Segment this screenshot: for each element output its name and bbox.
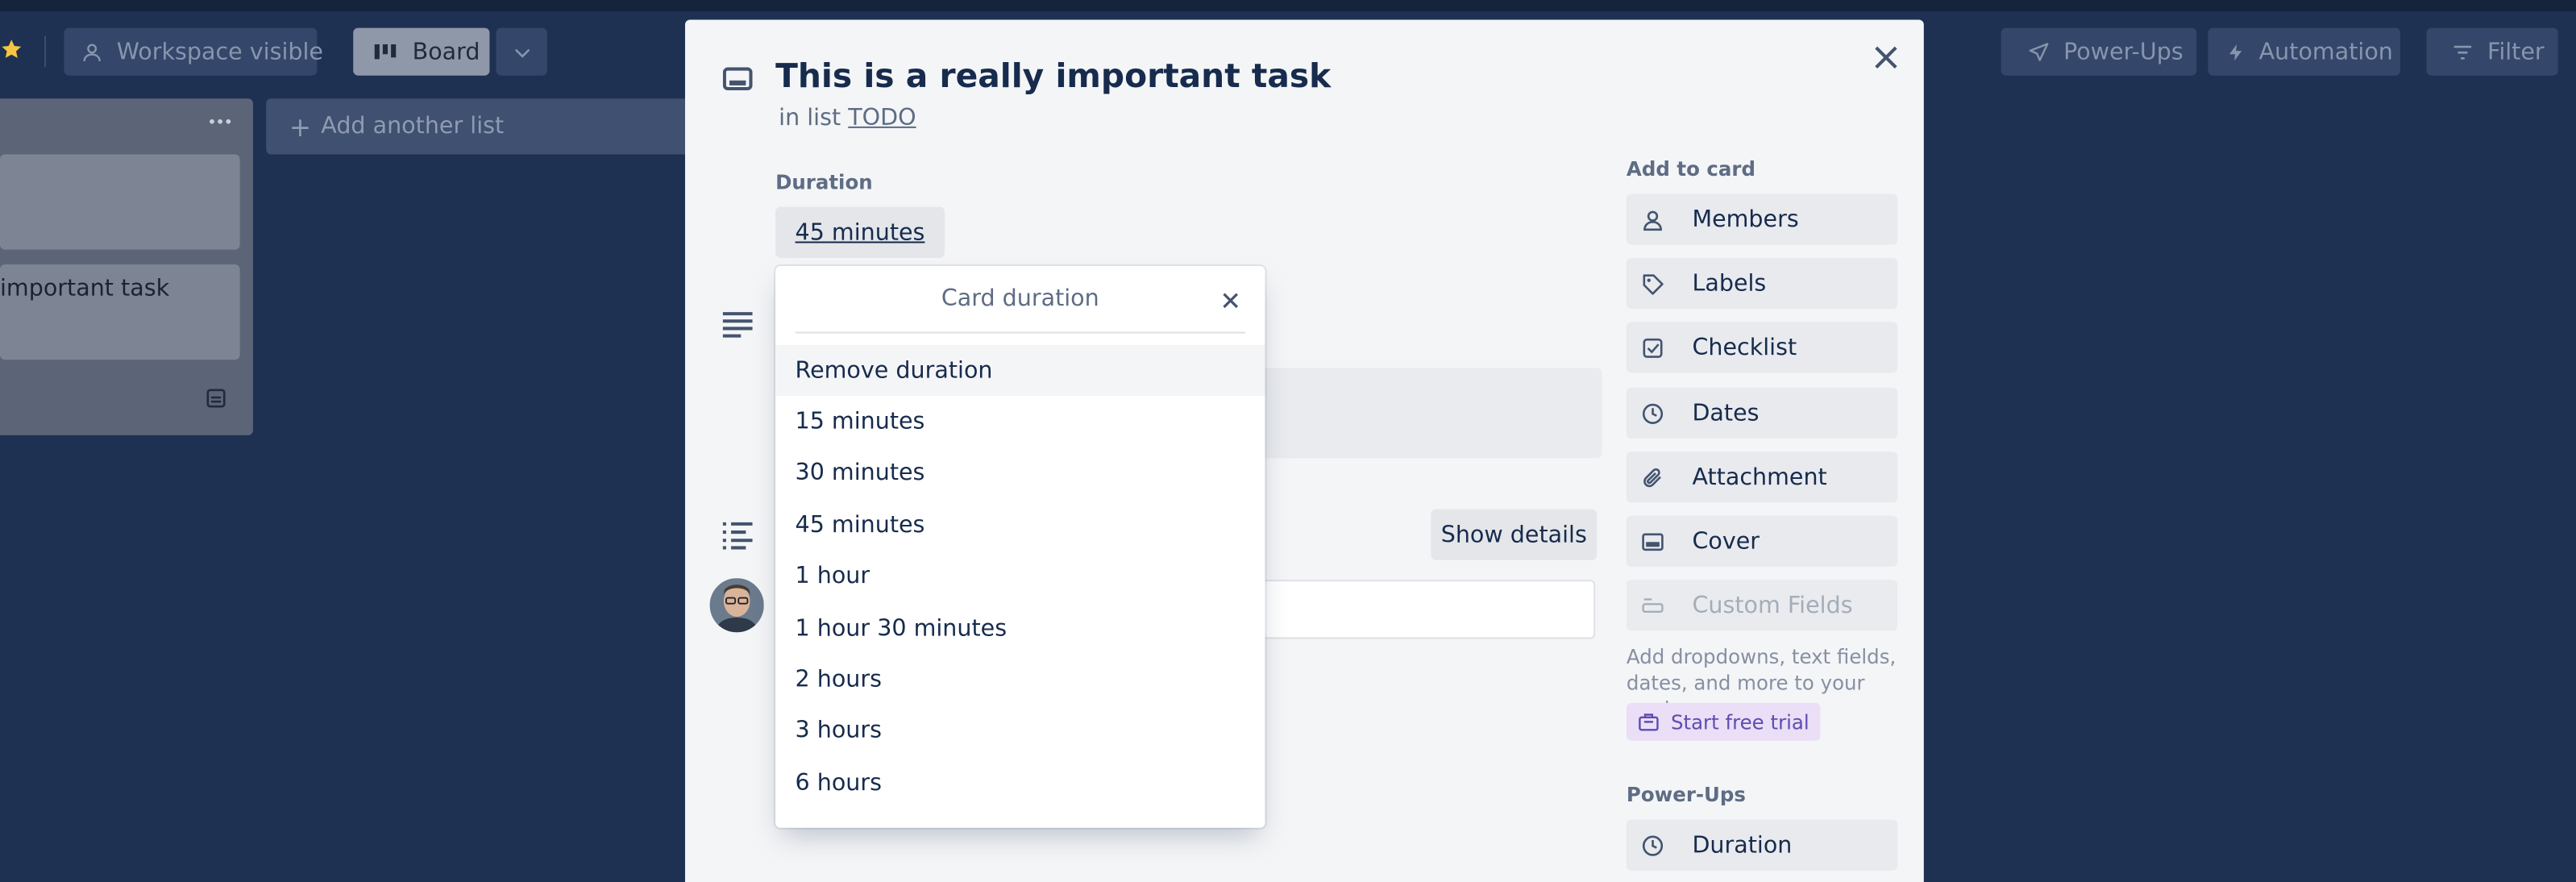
star-icon[interactable] xyxy=(0,38,23,61)
members-button[interactable]: Members xyxy=(1626,193,1898,245)
power-ups-heading: Power-Ups xyxy=(1626,783,1746,807)
board-card-title: important task xyxy=(0,276,170,302)
workspace-visible-button[interactable]: Workspace visible xyxy=(64,27,323,76)
automation-label: Automation xyxy=(2258,38,2393,65)
board-card[interactable] xyxy=(0,154,240,250)
checklist-label: Checklist xyxy=(1692,334,1797,361)
screen: Workspace visible Board Power-Ups Automa… xyxy=(0,0,2576,882)
people-icon xyxy=(81,40,104,64)
members-label: Members xyxy=(1692,206,1799,233)
custom-fields-label: Custom Fields xyxy=(1692,592,1853,619)
checklist-button[interactable]: Checklist xyxy=(1626,322,1898,373)
duration-option[interactable]: 1 hour xyxy=(775,550,1265,601)
card-title[interactable]: This is a really important task xyxy=(775,56,1331,95)
attachment-label: Attachment xyxy=(1692,464,1827,491)
start-free-trial-label: Start free trial xyxy=(1670,710,1809,734)
chevron-down-icon xyxy=(510,40,534,64)
attachment-button[interactable]: Attachment xyxy=(1626,451,1898,503)
automation-button[interactable]: Automation xyxy=(2208,27,2400,76)
duration-option[interactable]: 6 hours xyxy=(775,757,1265,808)
filter-label: Filter xyxy=(2487,38,2545,65)
filter-button[interactable]: Filter xyxy=(2426,27,2558,76)
person-icon xyxy=(1641,208,1664,231)
duration-option[interactable]: 2 hours xyxy=(775,654,1265,705)
lightning-icon xyxy=(2226,40,2246,64)
filter-icon xyxy=(2451,40,2474,64)
checkbox-icon xyxy=(1641,336,1664,360)
popover-title: Card duration xyxy=(941,285,1099,313)
custom-fields-icon xyxy=(1641,593,1664,617)
duration-option[interactable]: 1 hour 30 minutes xyxy=(775,603,1265,654)
duration-value-button[interactable]: 45 minutes xyxy=(775,206,945,258)
board-view-button[interactable]: Board xyxy=(353,27,490,76)
card-duration-popover: Card duration Remove duration 15 minutes… xyxy=(775,266,1265,828)
card-template-icon xyxy=(206,388,226,409)
board-view-label: Board xyxy=(412,38,480,65)
add-list-label: Add another list xyxy=(321,113,505,140)
activity-icon xyxy=(721,521,754,551)
description-icon xyxy=(721,309,754,339)
duration-heading: Duration xyxy=(775,170,873,194)
labels-button[interactable]: Labels xyxy=(1626,257,1898,309)
close-icon[interactable] xyxy=(1872,43,1901,73)
view-switcher-button[interactable] xyxy=(496,27,547,76)
cover-button[interactable]: Cover xyxy=(1626,515,1898,567)
duration-option[interactable]: 30 minutes xyxy=(775,447,1265,497)
comment-input[interactable] xyxy=(1260,580,1596,639)
start-free-trial-button[interactable]: Start free trial xyxy=(1626,702,1821,741)
custom-fields-button[interactable]: Custom Fields xyxy=(1626,580,1898,631)
popover-divider xyxy=(795,331,1246,334)
in-list-prefix: in list xyxy=(779,105,841,131)
briefcase-icon xyxy=(1638,711,1659,732)
add-another-list-button[interactable]: + Add another list xyxy=(266,98,694,155)
power-ups-button[interactable]: Power-Ups xyxy=(2001,27,2197,76)
card-icon xyxy=(722,65,753,92)
paperclip-icon xyxy=(1641,466,1664,489)
add-to-card-heading: Add to card xyxy=(1626,157,1755,181)
duration-powerup-button[interactable]: Duration xyxy=(1626,819,1898,871)
workspace-visible-label: Workspace visible xyxy=(116,38,324,65)
board-icon xyxy=(373,40,400,64)
list-link[interactable]: TODO xyxy=(848,105,916,131)
duration-option[interactable]: 3 hours xyxy=(775,705,1265,755)
cover-icon xyxy=(1641,530,1664,553)
top-strip xyxy=(0,0,2576,12)
power-ups-label: Power-Ups xyxy=(2063,38,2183,65)
clock-icon xyxy=(1641,834,1664,857)
duration-option[interactable]: 45 minutes xyxy=(775,499,1265,550)
close-icon[interactable] xyxy=(1219,289,1242,313)
list-column xyxy=(0,98,253,435)
dates-label: Dates xyxy=(1692,400,1760,426)
dates-button[interactable]: Dates xyxy=(1626,387,1898,439)
labels-label: Labels xyxy=(1692,270,1767,297)
user-avatar[interactable] xyxy=(709,578,764,633)
cover-label: Cover xyxy=(1692,527,1760,555)
card-list-location: in list TODO xyxy=(779,105,916,131)
header-divider xyxy=(44,35,47,68)
duration-powerup-label: Duration xyxy=(1692,831,1793,859)
show-details-button[interactable]: Show details xyxy=(1431,509,1598,560)
list-menu-icon[interactable] xyxy=(207,110,234,133)
clock-icon xyxy=(1641,401,1664,425)
duration-option[interactable]: 15 minutes xyxy=(775,396,1265,447)
rocket-icon xyxy=(2027,40,2050,64)
plus-icon: + xyxy=(289,110,312,143)
tag-icon xyxy=(1641,272,1664,295)
duration-option-remove[interactable]: Remove duration xyxy=(775,344,1265,396)
